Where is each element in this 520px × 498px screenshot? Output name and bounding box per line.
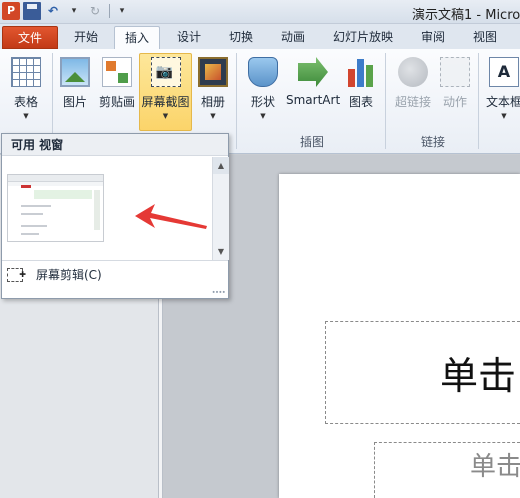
smartart-button-label: SmartArt (286, 93, 341, 107)
group-label-illustrations: 插图 (299, 135, 324, 149)
group-label-links: 链接 (420, 135, 445, 149)
title-bar: P ↶ ▾ ↻ ▾ 演示文稿1 - Micro (0, 0, 520, 24)
chart-icon (346, 57, 376, 87)
ribbon-tab-bar: 文件 开始 插入 设计 切换 动画 幻灯片放映 审阅 视图 (0, 24, 520, 49)
group-separator (236, 53, 237, 149)
powerpoint-icon[interactable]: P (2, 2, 20, 20)
window-thumbnail[interactable] (7, 174, 104, 242)
screenshot-button[interactable]: 屏幕截图 ▼ (139, 53, 192, 131)
available-windows-header: 可用 视窗 (2, 134, 228, 156)
photo-album-button[interactable]: 相册 ▼ (196, 57, 230, 120)
window-title: 演示文稿1 - Micro (412, 8, 520, 23)
resize-grip-icon[interactable]: ∙∙∙∙ (211, 288, 225, 296)
tab-insert[interactable]: 插入 (114, 26, 160, 49)
qat-more-icon[interactable]: ▾ (113, 2, 131, 20)
tab-animations[interactable]: 动画 (270, 26, 316, 49)
picture-button-label: 图片 (62, 95, 87, 109)
table-button-label: 表格 (13, 95, 38, 109)
screen-clipping-label: 屏幕剪辑(C) (36, 268, 102, 282)
clipart-button-label: 剪贴画 (98, 95, 135, 109)
shapes-button[interactable]: 形状 ▼ (244, 57, 282, 120)
textbox-button[interactable]: A 文本框 ▼ (484, 57, 520, 120)
shapes-icon (248, 57, 278, 87)
chevron-down-icon: ▼ (260, 112, 266, 120)
chevron-down-icon: ▼ (162, 112, 169, 120)
chart-button[interactable]: 图表 (344, 57, 378, 110)
table-icon (11, 57, 41, 87)
action-icon (440, 57, 470, 87)
tab-view[interactable]: 视图 (462, 26, 508, 49)
title-placeholder-text: 单击 (440, 354, 517, 398)
tab-review[interactable]: 审阅 (410, 26, 456, 49)
qat-separator (109, 4, 110, 18)
tab-transitions[interactable]: 切换 (218, 26, 264, 49)
tab-slideshow[interactable]: 幻灯片放映 (324, 26, 402, 49)
shapes-button-label: 形状 (250, 95, 275, 109)
smartart-icon (298, 57, 328, 87)
screenshot-button-label: 屏幕截图 (141, 95, 190, 109)
action-button[interactable]: 动作 (437, 57, 473, 110)
scroll-down-icon[interactable]: ▼ (213, 243, 229, 260)
tab-design[interactable]: 设计 (166, 26, 212, 49)
photo-album-button-label: 相册 (200, 95, 225, 109)
undo-dropdown-icon[interactable]: ▾ (65, 2, 83, 20)
clipart-icon (102, 57, 132, 87)
chevron-down-icon: ▼ (210, 112, 216, 120)
screen-clipping-icon (7, 264, 26, 286)
tab-file[interactable]: 文件 (2, 26, 58, 49)
chevron-down-icon: ▼ (501, 112, 507, 120)
hyperlink-icon (398, 57, 428, 87)
photo-album-icon (198, 57, 228, 87)
action-button-label: 动作 (442, 95, 467, 109)
hyperlink-button-label: 超链接 (394, 95, 431, 109)
redo-icon[interactable]: ↻ (86, 2, 104, 20)
picture-button[interactable]: 图片 (58, 57, 92, 110)
smartart-button[interactable]: SmartArt (286, 57, 340, 107)
annotation-arrow-icon (135, 204, 207, 229)
group-separator (478, 53, 479, 149)
group-separator (385, 53, 386, 149)
textbox-button-label: 文本框 (485, 95, 520, 109)
chevron-down-icon: ▼ (23, 112, 29, 120)
table-button[interactable]: 表格 ▼ (6, 57, 46, 120)
gallery-scrollbar[interactable]: ▲ ▼ (212, 157, 229, 260)
hyperlink-button[interactable]: 超链接 (391, 57, 435, 110)
screenshot-icon (150, 57, 181, 87)
subtitle-placeholder-text: 单击 (470, 452, 520, 482)
chart-button-label: 图表 (348, 95, 373, 109)
textbox-icon: A (489, 57, 519, 87)
save-icon[interactable] (23, 2, 41, 20)
quick-access-toolbar: P ↶ ▾ ↻ ▾ (2, 2, 134, 20)
undo-icon[interactable]: ↶ (44, 2, 62, 20)
menu-divider (2, 260, 228, 261)
screen-clipping-menu-item[interactable]: 屏幕剪辑(C) (2, 264, 228, 286)
picture-icon (60, 57, 90, 87)
clipart-button[interactable]: 剪贴画 (97, 57, 137, 110)
scroll-up-icon[interactable]: ▲ (213, 157, 229, 174)
tab-home[interactable]: 开始 (62, 26, 110, 49)
